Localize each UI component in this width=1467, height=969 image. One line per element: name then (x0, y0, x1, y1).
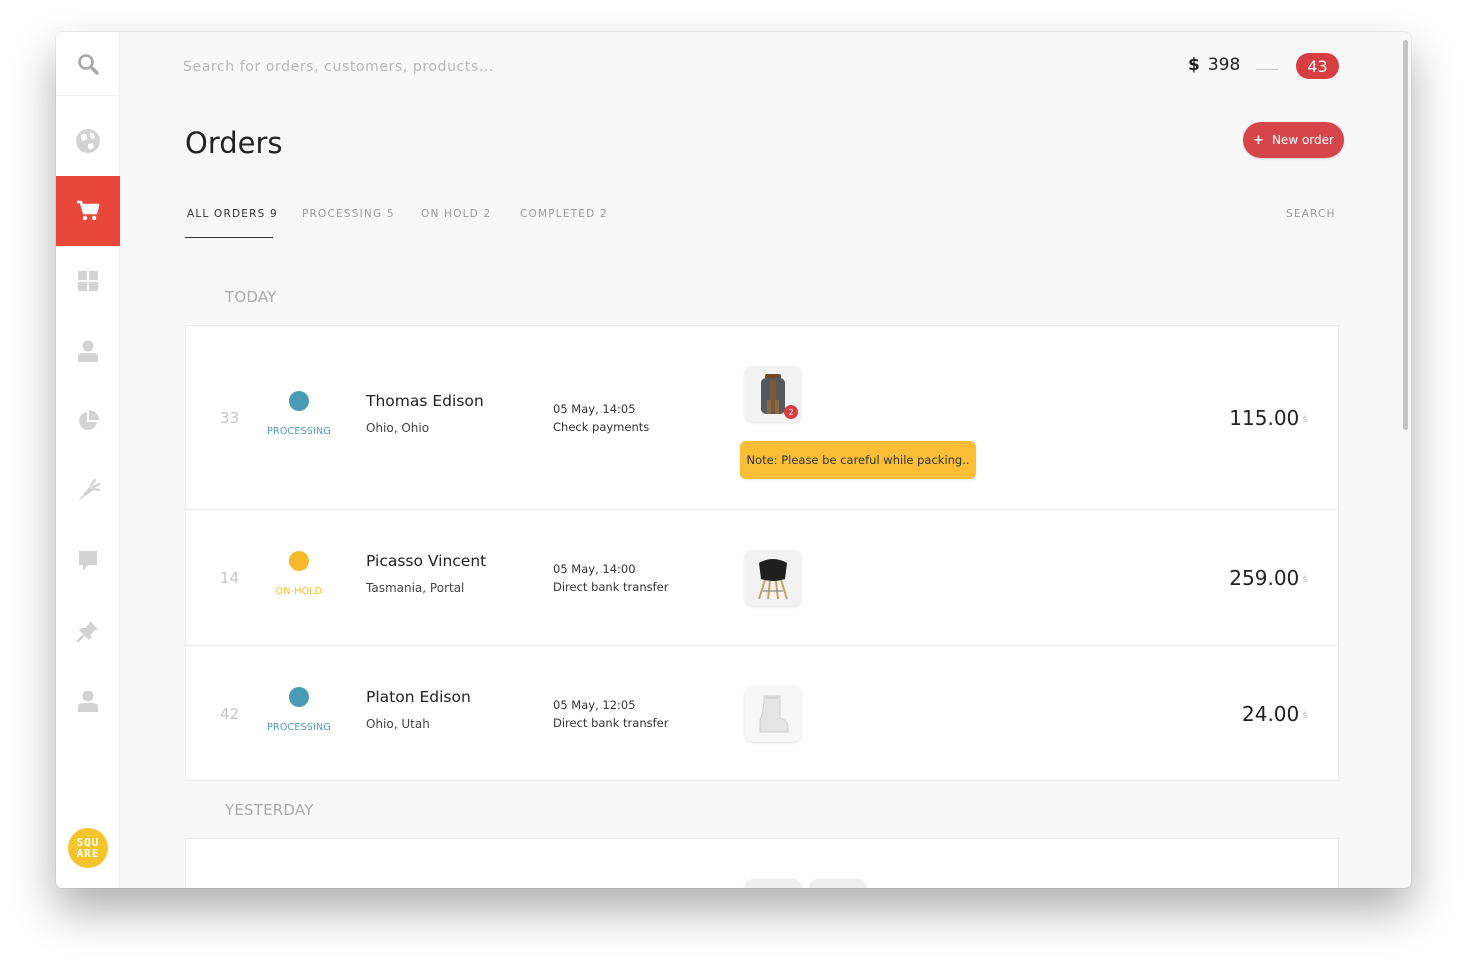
user-icon (78, 340, 98, 362)
page-title: Orders (185, 126, 283, 160)
customer-location: Ohio, Ohio (366, 421, 430, 435)
chair-icon (758, 559, 788, 600)
app-window: SQU ARE $398 43 Orders + New order ALL OR… (56, 32, 1411, 888)
grid-icon (78, 271, 98, 291)
boot-icon (759, 695, 789, 733)
product-thumbnail[interactable]: 2 (745, 366, 801, 422)
main-content: $398 43 Orders + New order ALL ORDERS 9 P… (121, 32, 1411, 888)
product-thumbnail[interactable] (745, 879, 801, 888)
balance-display: $398 (1188, 55, 1240, 75)
currency-symbol: $ (1188, 55, 1200, 75)
brand-logo[interactable]: SQU ARE (68, 828, 108, 868)
payment-method: Direct bank transfer (553, 580, 669, 594)
product-thumbnail[interactable] (810, 879, 866, 888)
sidebar-item-globe[interactable] (56, 106, 120, 176)
amount-value: 24.00 (1242, 702, 1300, 726)
table-row[interactable]: 14 ON-HOLD Picasso Vincent Tasmania, Por… (186, 510, 1338, 646)
status-dot (289, 687, 309, 707)
amount-value: 259.00 (1229, 566, 1300, 590)
divider (1256, 69, 1278, 70)
order-note: Note: Please be careful while packing.. (740, 441, 976, 479)
customer-name[interactable]: Platon Edison (366, 688, 471, 706)
pie-chart-icon (79, 410, 99, 430)
tab-on-hold[interactable]: ON HOLD 2 (421, 208, 491, 238)
new-order-label: New order (1271, 133, 1334, 147)
group-label-yesterday: YESTERDAY (225, 801, 314, 819)
order-card-yesterday (185, 838, 1339, 888)
order-amount: 115.00 $ (1229, 406, 1308, 430)
status-badge: ON-HOLD (275, 586, 323, 597)
order-amount: 259.00 $ (1229, 566, 1308, 590)
payment-method: Direct bank transfer (553, 716, 669, 730)
globe-icon (76, 129, 100, 153)
sidebar-item-products[interactable] (56, 456, 120, 526)
order-number: 14 (220, 569, 240, 587)
amount-currency: $ (1302, 414, 1308, 425)
amount-value: 115.00 (1229, 406, 1300, 430)
notification-count-badge[interactable]: 43 (1296, 53, 1339, 79)
order-amount: 24.00 $ (1242, 702, 1308, 726)
tab-completed[interactable]: COMPLETED 2 (520, 208, 608, 238)
sidebar-item-customers[interactable] (56, 316, 120, 386)
chat-icon (79, 551, 97, 571)
customer-location: Ohio, Utah (366, 717, 430, 731)
order-card-today: 33 PROCESSING Thomas Edison Ohio, Ohio 0… (185, 325, 1339, 781)
tab-processing[interactable]: PROCESSING 5 (302, 208, 395, 238)
order-number: 33 (220, 409, 240, 427)
tab-search[interactable]: SEARCH (1286, 208, 1336, 220)
carrot-icon (78, 478, 101, 501)
status-badge: PROCESSING (267, 426, 331, 437)
group-label-today: TODAY (225, 288, 277, 306)
search-input[interactable] (183, 54, 643, 80)
table-row[interactable]: 33 PROCESSING Thomas Edison Ohio, Ohio 0… (186, 326, 1338, 510)
scrollbar[interactable] (1403, 40, 1408, 430)
table-row[interactable]: 42 PROCESSING Platon Edison Ohio, Utah 0… (186, 646, 1338, 782)
sidebar-item-dashboard[interactable] (56, 246, 120, 316)
product-count-badge: 2 (784, 405, 798, 419)
payment-method: Check payments (553, 420, 650, 434)
pin-icon (76, 621, 98, 643)
sidebar-item-messages[interactable] (56, 526, 120, 596)
order-date: 05 May, 14:00 (553, 562, 636, 576)
user-icon (78, 690, 98, 712)
amount-currency: $ (1302, 710, 1308, 721)
new-order-button[interactable]: + New order (1243, 122, 1344, 158)
customer-name[interactable]: Picasso Vincent (366, 552, 486, 570)
product-thumbnail[interactable] (745, 550, 801, 606)
sidebar: SQU ARE (56, 32, 120, 888)
sidebar-item-reports[interactable] (56, 386, 120, 456)
status-dot (289, 391, 309, 411)
sidebar-search[interactable] (56, 32, 120, 96)
sidebar-item-orders[interactable] (56, 176, 120, 246)
sidebar-item-pinned[interactable] (56, 596, 120, 666)
cart-icon (77, 200, 100, 221)
customer-location: Tasmania, Portal (366, 581, 465, 595)
tab-all-orders[interactable]: ALL ORDERS 9 (185, 208, 277, 238)
order-date: 05 May, 12:05 (553, 698, 636, 712)
order-date: 05 May, 14:05 (553, 402, 636, 416)
balance-value: 398 (1207, 55, 1241, 75)
sidebar-item-account[interactable] (56, 666, 120, 736)
plus-icon: + (1253, 132, 1264, 148)
customer-name[interactable]: Thomas Edison (366, 392, 484, 410)
status-dot (289, 551, 309, 571)
amount-currency: $ (1302, 574, 1308, 585)
status-badge: PROCESSING (267, 722, 331, 733)
order-number: 42 (220, 705, 240, 723)
product-thumbnail[interactable] (745, 686, 801, 742)
search-icon (78, 53, 99, 75)
